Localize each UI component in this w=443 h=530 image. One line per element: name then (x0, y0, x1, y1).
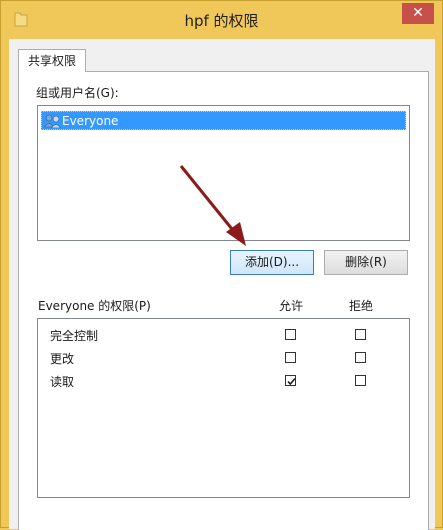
permission-row: 读取 (38, 369, 409, 392)
permission-row: 更改 (38, 346, 409, 369)
users-icon (44, 114, 61, 128)
permission-name: 读取 (50, 375, 75, 389)
user-name: Everyone (62, 114, 119, 128)
permissions-list: 完全控制 更改 读取 (37, 318, 410, 498)
group-user-label: 组或用户名(G): (36, 86, 119, 100)
deny-checkbox-change[interactable] (355, 352, 366, 363)
remove-button[interactable]: 删除(R) (324, 250, 408, 275)
list-item-everyone[interactable]: Everyone (41, 111, 406, 130)
tab-share-permissions[interactable]: 共享权限 (18, 49, 86, 72)
allow-checkbox-change[interactable] (285, 352, 296, 363)
allow-column-header: 允许 (279, 299, 304, 313)
close-button[interactable]: ✕ (402, 3, 434, 24)
permissions-header-label: Everyone 的权限(P) (38, 299, 151, 313)
allow-checkbox-read[interactable] (285, 375, 296, 386)
permission-name: 更改 (50, 352, 75, 366)
permission-row: 完全控制 (38, 323, 409, 346)
deny-checkbox-read[interactable] (355, 375, 366, 386)
add-button[interactable]: 添加(D)... (230, 250, 314, 275)
allow-checkbox-full-control[interactable] (285, 329, 296, 340)
dialog-body: 共享权限 组或用户名(G): Everyone 添加(D)... 删除(R) E… (9, 39, 435, 530)
deny-column-header: 拒绝 (349, 299, 374, 313)
checkmark-icon (287, 377, 296, 386)
window-title: hpf 的权限 (184, 12, 259, 30)
deny-checkbox-full-control[interactable] (355, 329, 366, 340)
tab-page: 组或用户名(G): Everyone 添加(D)... 删除(R) Everyo… (18, 71, 429, 530)
title-bar[interactable]: hpf 的权限 ✕ (1, 1, 442, 39)
user-listbox[interactable]: Everyone (37, 105, 410, 241)
permissions-dialog: hpf 的权限 ✕ 共享权限 组或用户名(G): Everyone 添加(D).… (0, 0, 443, 530)
permission-name: 完全控制 (50, 329, 99, 343)
